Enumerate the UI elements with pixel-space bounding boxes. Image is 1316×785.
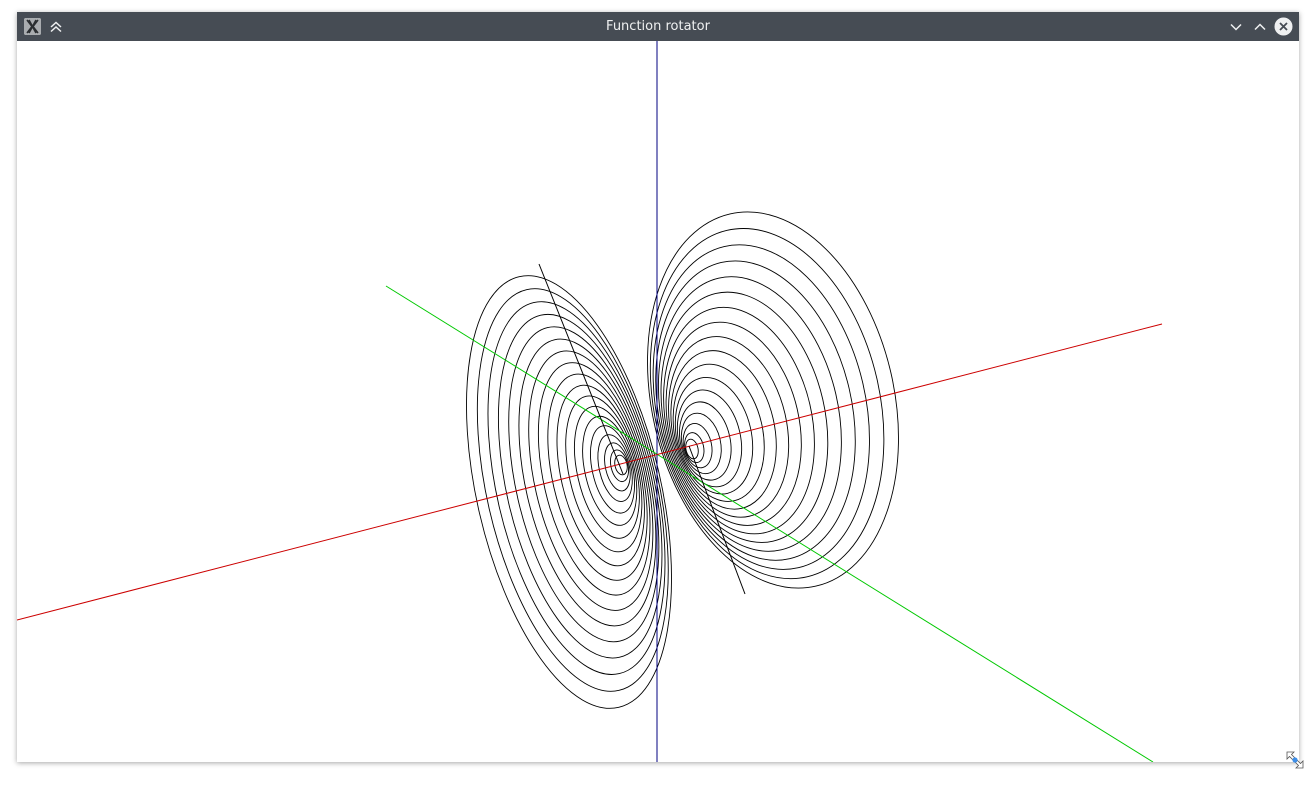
- resize-grip[interactable]: [1285, 750, 1309, 774]
- contour-ring: [604, 442, 631, 492]
- contour-ring: [582, 415, 638, 526]
- contour-lobe-right: [647, 211, 899, 589]
- contour-ring: [647, 211, 899, 589]
- contour-ring: [466, 275, 672, 709]
- window-title: Function rotator: [606, 19, 710, 34]
- contour-ring: [597, 434, 633, 502]
- function-plot: [16, 41, 1163, 763]
- chevron-up-icon: [1253, 22, 1266, 30]
- plot-canvas[interactable]: [16, 41, 1299, 763]
- app-window: Function rotator: [16, 12, 1299, 763]
- y-axis-line: [385, 285, 1154, 763]
- chevron-down-icon: [1229, 23, 1242, 31]
- close-circle-icon: [1274, 17, 1293, 36]
- contour-lobe-left: [466, 275, 672, 709]
- contour-ring: [590, 425, 635, 514]
- left-lobe-seam: [538, 263, 624, 475]
- contour-ring: [487, 301, 666, 675]
- maximize-button[interactable]: [1249, 16, 1270, 37]
- title-bar[interactable]: Function rotator: [17, 12, 1299, 41]
- resize-cursor-icon: [1286, 751, 1304, 769]
- close-button[interactable]: [1273, 16, 1294, 37]
- contour-ring: [685, 438, 699, 460]
- minimize-button[interactable]: [1225, 16, 1246, 37]
